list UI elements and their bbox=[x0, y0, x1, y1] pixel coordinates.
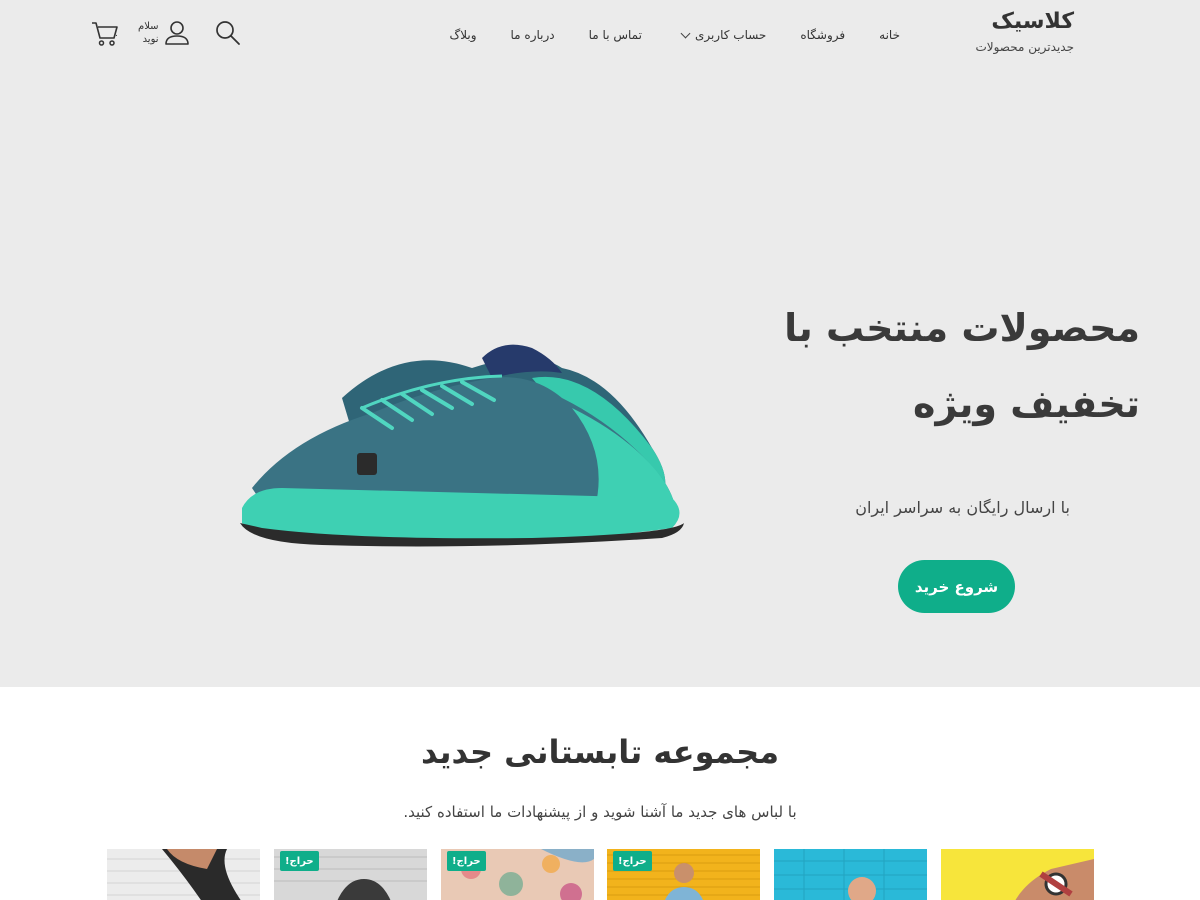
product-grid: حراج! حراج! حراج! bbox=[107, 849, 1095, 900]
user-greeting: سلام نوید bbox=[138, 20, 159, 46]
nav-account-label: حساب کاربری bbox=[694, 28, 767, 42]
sale-badge: حراج! bbox=[447, 851, 486, 871]
brand-title[interactable]: کلاسیک bbox=[975, 8, 1074, 36]
site-header: کلاسیک جدیدترین محصولات خانه فروشگاه حسا… bbox=[0, 0, 1200, 76]
brand-subtitle: جدیدترین محصولات bbox=[975, 40, 1074, 54]
product-image bbox=[107, 849, 260, 900]
collection-title: مجموعه تابستانی جدید bbox=[420, 733, 780, 771]
product-image bbox=[941, 849, 1094, 900]
user-name: نوید bbox=[142, 34, 159, 45]
product-card[interactable]: حراج! bbox=[607, 849, 760, 900]
nav-account[interactable]: حساب کاربری bbox=[676, 28, 766, 42]
summer-collection: مجموعه تابستانی جدید با لباس های جدید ما… bbox=[0, 687, 1200, 900]
cart-button[interactable]: ۰ bbox=[90, 18, 124, 48]
brand[interactable]: کلاسیک جدیدترین محصولات bbox=[975, 8, 1074, 54]
product-card[interactable] bbox=[774, 849, 927, 900]
nav-contact[interactable]: تماس با ما bbox=[589, 28, 642, 42]
shoe-product-image bbox=[240, 344, 684, 547]
search-icon[interactable] bbox=[215, 20, 241, 46]
product-card[interactable] bbox=[107, 849, 260, 900]
hero-banner: محصولات منتخب با تخفیف ویژه با ارسال رای… bbox=[0, 76, 1200, 687]
product-image bbox=[774, 849, 927, 900]
header-tools: ۰ سلام نوید bbox=[90, 18, 241, 48]
nav-home[interactable]: خانه bbox=[879, 28, 900, 42]
greeting-label: سلام bbox=[138, 21, 159, 32]
user-account[interactable]: سلام نوید bbox=[138, 18, 191, 48]
product-card[interactable] bbox=[941, 849, 1094, 900]
hero-title: محصولات منتخب با تخفیف ویژه bbox=[784, 306, 1140, 426]
sale-badge: حراج! bbox=[613, 851, 652, 871]
collection-subtitle: با لباس های جدید ما آشنا شوید و از پیشنه… bbox=[403, 803, 797, 821]
start-shopping-button[interactable]: شروع خرید bbox=[898, 560, 1015, 613]
main-nav: خانه فروشگاه حساب کاربری تماس با ما دربا… bbox=[449, 28, 900, 42]
nav-blog[interactable]: وبلاگ bbox=[449, 28, 476, 42]
sale-badge: حراج! bbox=[280, 851, 319, 871]
hero-subtitle: با ارسال رایگان به سراسر ایران bbox=[855, 498, 1070, 517]
user-icon bbox=[164, 21, 189, 45]
product-card[interactable]: حراج! bbox=[274, 849, 427, 900]
nav-shop[interactable]: فروشگاه bbox=[800, 28, 845, 42]
cart-count: ۰ bbox=[114, 31, 119, 41]
chevron-down-icon bbox=[680, 28, 691, 38]
nav-about[interactable]: درباره ما bbox=[511, 28, 555, 42]
product-card[interactable]: حراج! bbox=[441, 849, 594, 900]
